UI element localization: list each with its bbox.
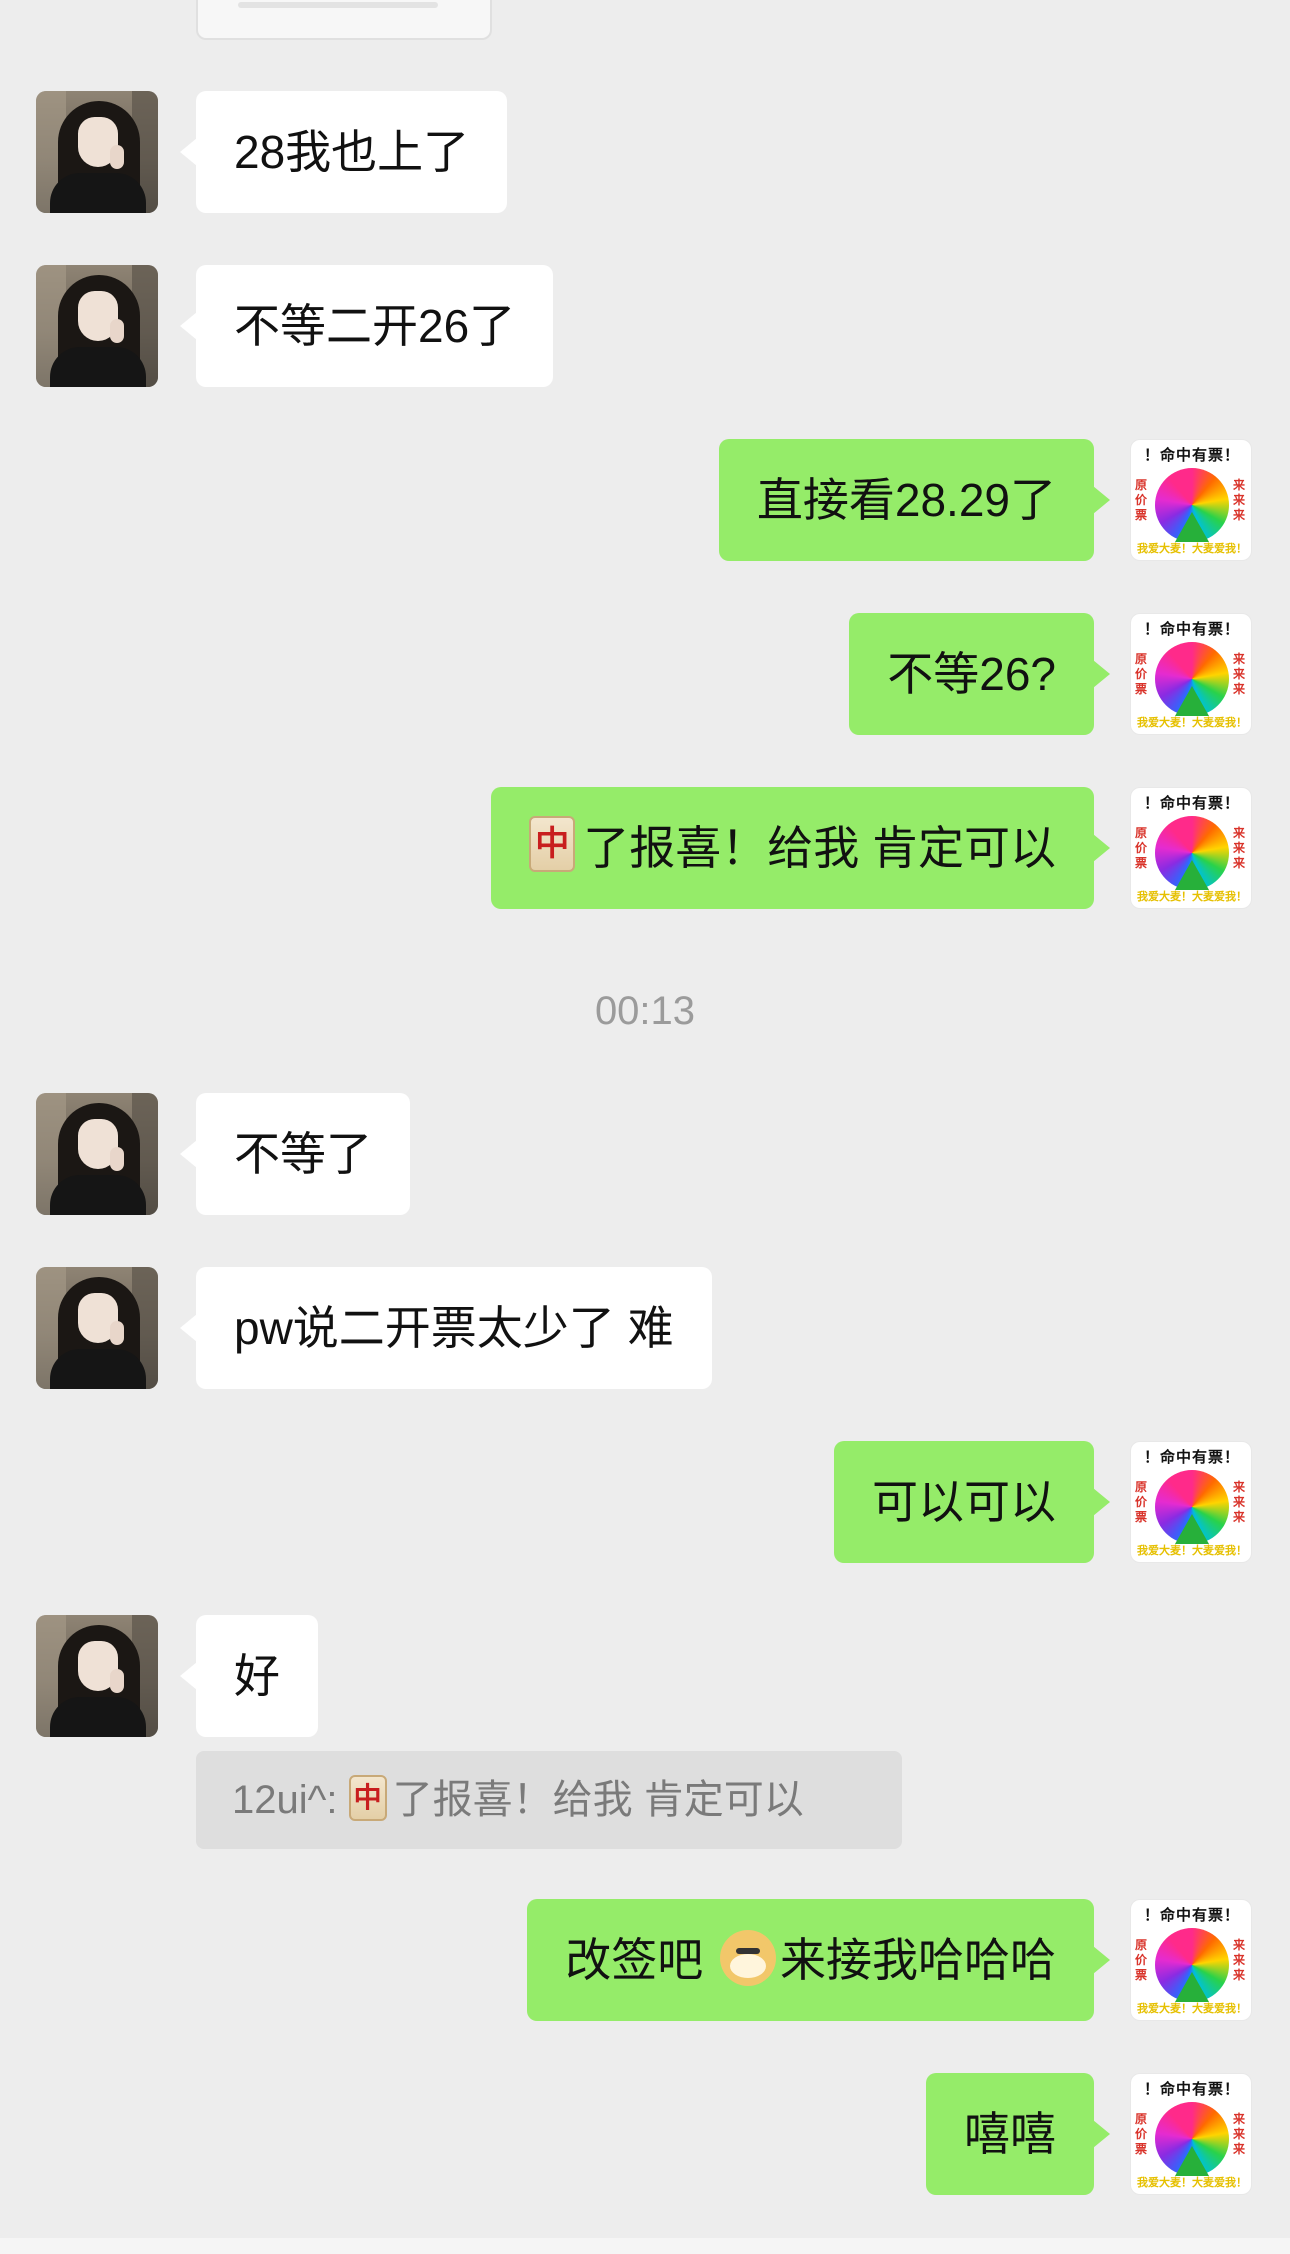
avatar-left-text: 原价票 bbox=[1135, 826, 1148, 870]
avatar-top-text: ！命中有票！ bbox=[1143, 795, 1240, 812]
message-text: 直接看28.29了 bbox=[756, 474, 1056, 526]
avatar-top-text: ！命中有票！ bbox=[1143, 2081, 1240, 2098]
chat-message-list[interactable]: 28我也上了 不等二开26了 直接看28.29了 ！命中有票！ 原价票 来来来 … bbox=[0, 0, 1290, 2254]
avatar-bottom-text: 我爱大麦！大麦爱我！ bbox=[1137, 891, 1247, 903]
outgoing-message-bubble[interactable]: 嘻嘻 bbox=[926, 2073, 1110, 2195]
incoming-message-bubble[interactable]: 不等了 bbox=[180, 1093, 410, 1215]
contact-avatar[interactable] bbox=[36, 1093, 158, 1215]
contact-avatar[interactable] bbox=[36, 265, 158, 387]
input-bar-edge bbox=[0, 2238, 1290, 2254]
mahjong-zhong-icon bbox=[529, 816, 576, 872]
avatar-top-text: ！命中有票！ bbox=[1143, 1449, 1240, 1466]
avatar-bottom-text: 我爱大麦！大麦爱我！ bbox=[1137, 543, 1247, 555]
incoming-message-bubble[interactable]: 不等二开26了 bbox=[179, 265, 554, 387]
quote-sender: 12ui^: bbox=[232, 1778, 338, 1822]
avatar-top-text: ！命中有票！ bbox=[1143, 621, 1240, 638]
quote-text: 了报喜！给我 肯定可以 bbox=[392, 1778, 804, 1822]
message-text: 来接我哈哈哈 bbox=[780, 1934, 1056, 1986]
self-avatar[interactable]: ！命中有票！ 原价票 来来来 我爱大麦！大麦爱我！ bbox=[1130, 613, 1252, 735]
quoted-reply[interactable]: 12ui^: 了报喜！给我 肯定可以 bbox=[196, 1751, 902, 1849]
message-text: pw说二开票太少了 难 bbox=[234, 1302, 674, 1354]
avatar-left-text: 原价票 bbox=[1135, 1938, 1148, 1982]
message-text: 好 bbox=[234, 1650, 280, 1702]
message-text: 不等26? bbox=[887, 648, 1056, 700]
self-avatar[interactable]: ！命中有票！ 原价票 来来来 我爱大麦！大麦爱我！ bbox=[1130, 787, 1252, 909]
outgoing-message-bubble[interactable]: 改签吧 来接我哈哈哈 bbox=[527, 1899, 1110, 2021]
message-text: 了报喜！给我 肯定可以 bbox=[583, 822, 1056, 874]
incoming-message-bubble[interactable]: 好 bbox=[180, 1615, 318, 1737]
message-text: 嘻嘻 bbox=[964, 2108, 1056, 2160]
outgoing-message-bubble[interactable]: 了报喜！给我 肯定可以 bbox=[491, 787, 1110, 909]
contact-avatar[interactable] bbox=[36, 91, 158, 213]
mahjong-zhong-icon bbox=[348, 1775, 387, 1821]
self-avatar[interactable]: ！命中有票！ 原价票 来来来 我爱大麦！大麦爱我！ bbox=[1130, 1441, 1252, 1563]
avatar-bottom-text: 我爱大麦！大麦爱我！ bbox=[1137, 2177, 1247, 2189]
avatar-bottom-text: 我爱大麦！大麦爱我！ bbox=[1137, 717, 1247, 729]
incoming-message-bubble[interactable]: 28我也上了 bbox=[179, 91, 508, 213]
message-text: 28我也上了 bbox=[234, 126, 470, 178]
avatar-right-text: 来来来 bbox=[1233, 652, 1246, 696]
message-text: 改签吧 bbox=[565, 1934, 704, 1986]
avatar-left-text: 原价票 bbox=[1135, 1480, 1148, 1524]
avatar-top-text: ！命中有票！ bbox=[1143, 1907, 1240, 1924]
outgoing-message-bubble[interactable]: 直接看28.29了 bbox=[718, 439, 1111, 561]
self-avatar[interactable]: ！命中有票！ 原价票 来来来 我爱大麦！大麦爱我！ bbox=[1130, 439, 1252, 561]
avatar-right-text: 来来来 bbox=[1233, 478, 1246, 522]
outgoing-message-bubble[interactable]: 可以可以 bbox=[834, 1441, 1110, 1563]
avatar-bottom-text: 我爱大麦！大麦爱我！ bbox=[1137, 2003, 1247, 2015]
avatar-left-text: 原价票 bbox=[1135, 478, 1148, 522]
message-timestamp: 00:13 bbox=[594, 989, 696, 1033]
doge-icon bbox=[720, 1930, 776, 1986]
avatar-right-text: 来来来 bbox=[1233, 1480, 1246, 1524]
avatar-right-text: 来来来 bbox=[1233, 826, 1246, 870]
contact-avatar[interactable] bbox=[36, 1615, 158, 1737]
self-avatar[interactable]: ！命中有票！ 原价票 来来来 我爱大麦！大麦爱我！ bbox=[1130, 1899, 1252, 2021]
self-avatar[interactable]: ！命中有票！ 原价票 来来来 我爱大麦！大麦爱我！ bbox=[1130, 2073, 1252, 2195]
avatar-left-text: 原价票 bbox=[1135, 652, 1148, 696]
avatar-bottom-text: 我爱大麦！大麦爱我！ bbox=[1137, 1545, 1247, 1557]
message-text: 可以可以 bbox=[872, 1476, 1056, 1528]
contact-avatar[interactable] bbox=[36, 1267, 158, 1389]
message-text: 不等了 bbox=[234, 1128, 372, 1180]
outgoing-message-bubble[interactable]: 不等26? bbox=[849, 613, 1110, 735]
avatar-right-text: 来来来 bbox=[1233, 2112, 1246, 2156]
message-text: 不等二开26了 bbox=[234, 300, 516, 352]
avatar-right-text: 来来来 bbox=[1233, 1938, 1246, 1982]
clipped-message-fragment bbox=[196, 0, 492, 40]
avatar-top-text: ！命中有票！ bbox=[1143, 447, 1240, 464]
incoming-message-bubble[interactable]: pw说二开票太少了 难 bbox=[180, 1267, 712, 1389]
avatar-left-text: 原价票 bbox=[1135, 2112, 1148, 2156]
